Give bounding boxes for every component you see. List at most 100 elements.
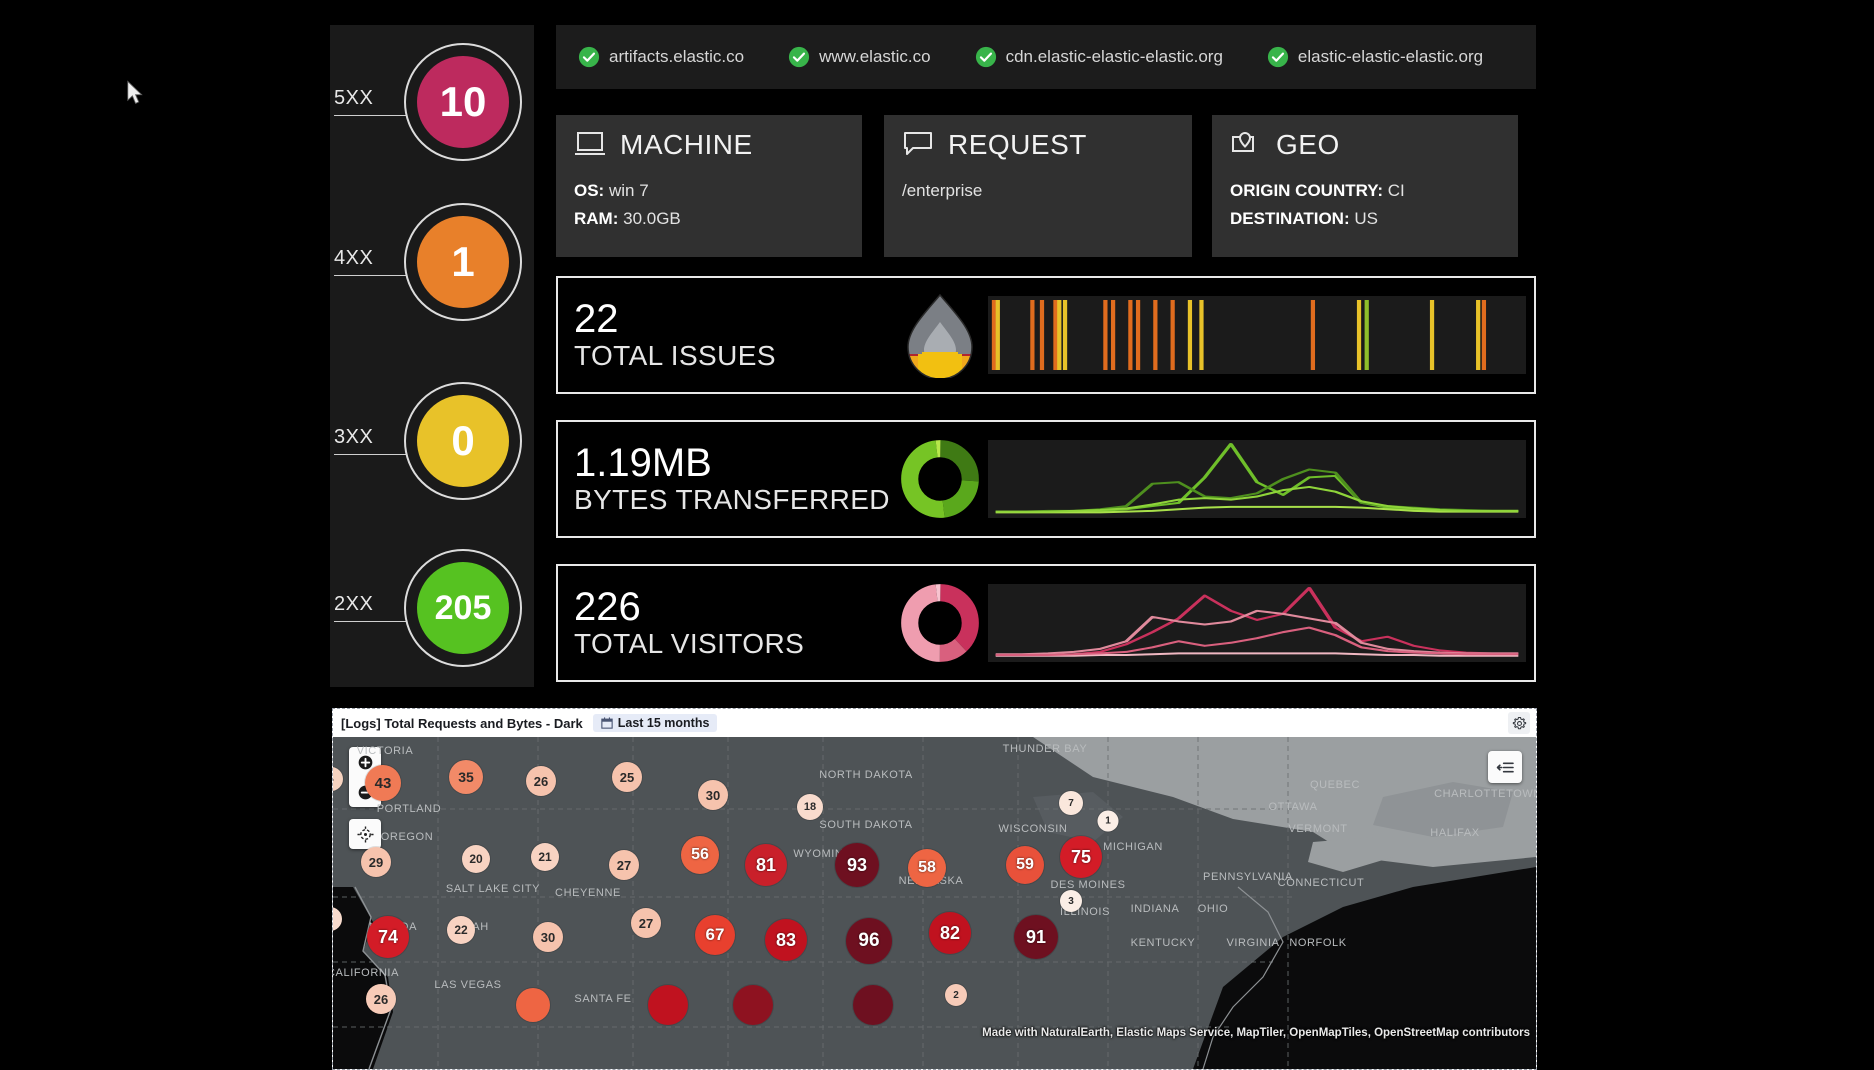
domain-status-item[interactable]: elastic-elastic-elastic.org <box>1267 46 1483 68</box>
map-cluster-marker[interactable]: 20 <box>462 845 490 873</box>
total-visitors-label: TOTAL VISITORS <box>574 628 805 659</box>
total-issues-value: 22 <box>574 297 619 341</box>
issues-bar-sparkline <box>988 296 1526 374</box>
map-cluster-marker[interactable] <box>853 985 893 1025</box>
machine-ram-label: RAM: <box>574 209 619 229</box>
check-circle-icon <box>975 46 996 68</box>
map-canvas[interactable]: VICTORIA NORTH DAKOTA THUNDER BAY QUEBEC CHA… <box>333 737 1536 1069</box>
bytes-line-sparkline <box>988 440 1526 518</box>
calendar-icon <box>601 717 613 729</box>
status-gauge-label: 5XX <box>334 87 374 109</box>
machine-os-value: win 7 <box>608 181 649 200</box>
gauge-leader-line <box>334 115 406 116</box>
domain-status-item[interactable]: cdn.elastic-elastic-elastic.org <box>975 46 1223 68</box>
geo-origin-value: CI <box>1387 181 1405 200</box>
bytes-transferred-panel: 1.19MB BYTES TRANSFERRED <box>556 420 1536 538</box>
map-cluster-marker[interactable]: 74 <box>367 916 409 958</box>
map-panel: [Logs] Total Requests and Bytes - Dark L… <box>332 708 1537 1070</box>
map-basemap <box>333 737 1536 1069</box>
status-code-gauges: 5XX 10 4XX 1 3XX 0 2XX 205 <box>330 25 534 687</box>
total-visitors-value: 226 <box>574 585 641 629</box>
map-cluster-marker[interactable]: 22 <box>447 916 475 944</box>
total-issues-label: TOTAL ISSUES <box>574 340 776 371</box>
geo-card: GEO ORIGIN COUNTRY: CI DESTINATION: US <box>1212 115 1518 257</box>
map-cluster-marker[interactable]: 2 <box>945 984 967 1006</box>
green-donut-icon <box>892 439 988 519</box>
map-cluster-marker[interactable]: 93 <box>835 843 879 887</box>
collapse-legend-icon[interactable] <box>1488 751 1522 783</box>
map-cluster-marker[interactable]: 67 <box>695 915 735 955</box>
total-visitors-panel: 226 TOTAL VISITORS <box>556 564 1536 682</box>
map-cluster-marker[interactable]: 82 <box>929 912 971 954</box>
check-circle-icon <box>1267 46 1288 68</box>
map-cluster-marker[interactable]: 83 <box>765 919 807 961</box>
geo-card-title: GEO <box>1276 129 1340 160</box>
request-card-header: REQUEST <box>902 129 1174 161</box>
status-gauge-label: 4XX <box>334 247 374 269</box>
machine-ram-line: RAM: 30.0GB <box>574 205 844 233</box>
map-cluster-marker[interactable]: 1 <box>1097 810 1119 832</box>
map-locate-control[interactable] <box>349 819 381 849</box>
machine-card-header: MACHINE <box>574 129 844 161</box>
geo-destination-line: DESTINATION: US <box>1230 205 1500 233</box>
machine-os-label: OS: <box>574 181 605 200</box>
gear-icon[interactable] <box>1508 712 1530 734</box>
domain-name: artifacts.elastic.co <box>609 47 745 66</box>
gauge-ring: 1 <box>404 203 522 321</box>
map-cluster-marker[interactable]: 27 <box>609 850 639 880</box>
status-gauge-label: 3XX <box>334 426 374 448</box>
machine-card: MACHINE OS: win 7 RAM: 30.0GB <box>556 115 862 257</box>
flame-gauge-icon <box>892 292 988 378</box>
map-cluster-marker[interactable]: 3 <box>1060 890 1082 912</box>
domain-name: www.elastic.co <box>819 47 931 66</box>
gauge-value: 10 <box>417 56 509 148</box>
bytes-transferred-value: 1.19MB <box>574 441 712 485</box>
check-circle-icon <box>578 46 600 68</box>
map-cluster-marker[interactable]: 30 <box>698 780 728 810</box>
laptop-icon <box>575 132 605 155</box>
status-gauge-3xx[interactable]: 3XX 0 <box>330 382 534 502</box>
gauge-leader-line <box>334 275 406 276</box>
speech-bubble-icon <box>904 132 932 155</box>
machine-ram-value: 30.0GB <box>623 209 681 229</box>
visitors-line-sparkline <box>988 584 1526 662</box>
map-cluster-marker[interactable]: 18 <box>797 794 823 820</box>
bytes-transferred-label: BYTES TRANSFERRED <box>574 484 890 515</box>
request-card: REQUEST /enterprise <box>884 115 1192 257</box>
domain-name: elastic-elastic-elastic.org <box>1297 47 1484 66</box>
status-gauge-2xx[interactable]: 2XX 205 <box>330 549 534 669</box>
map-cluster-marker[interactable]: 35 <box>449 760 483 794</box>
map-cluster-marker[interactable]: 27 <box>631 908 661 938</box>
map-cluster-marker[interactable]: 81 <box>745 844 787 886</box>
map-cluster-marker[interactable]: 30 <box>533 922 563 952</box>
map-cluster-marker[interactable]: 91 <box>1014 915 1058 959</box>
map-cluster-marker[interactable]: 58 <box>908 849 946 887</box>
status-gauge-5xx[interactable]: 5XX 10 <box>330 43 534 163</box>
bytes-transferred-text: 1.19MB BYTES TRANSFERRED <box>558 442 892 516</box>
gauge-value: 1 <box>417 216 509 308</box>
map-cluster-marker[interactable] <box>648 985 688 1025</box>
map-cluster-marker[interactable]: 29 <box>361 847 391 877</box>
request-path: /enterprise <box>902 181 983 200</box>
gauge-value: 0 <box>417 395 509 487</box>
status-gauge-4xx[interactable]: 4XX 1 <box>330 203 534 323</box>
crosshair-icon[interactable] <box>349 819 381 849</box>
request-card-title: REQUEST <box>948 129 1087 160</box>
map-cluster-marker[interactable]: 26 <box>526 766 556 796</box>
map-cluster-marker[interactable]: 21 <box>531 843 559 871</box>
map-cluster-marker[interactable]: 59 <box>1006 846 1044 884</box>
map-cluster-marker[interactable]: 26 <box>366 984 396 1014</box>
map-cluster-marker[interactable]: 43 <box>365 765 401 801</box>
time-range-badge[interactable]: Last 15 months <box>592 714 718 732</box>
map-cluster-marker[interactable]: 7 <box>1059 791 1083 815</box>
map-cluster-marker[interactable]: 75 <box>1060 836 1102 878</box>
map-cluster-marker[interactable] <box>733 985 773 1025</box>
map-cluster-marker[interactable]: 56 <box>681 836 719 874</box>
domain-status-item[interactable]: www.elastic.co <box>788 46 931 68</box>
map-cluster-marker[interactable] <box>516 988 550 1022</box>
domain-status-item[interactable]: artifacts.elastic.co <box>578 46 744 68</box>
gauge-ring: 205 <box>404 549 522 667</box>
gauge-leader-line <box>334 454 406 455</box>
map-cluster-marker[interactable]: 96 <box>846 918 892 964</box>
map-cluster-marker[interactable]: 25 <box>612 762 642 792</box>
